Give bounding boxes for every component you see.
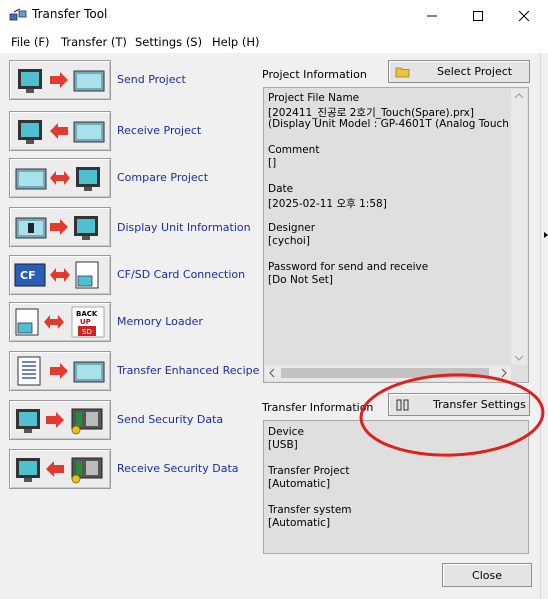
select-project-button[interactable]: Select Project (388, 60, 530, 83)
svg-text:CF: CF (20, 269, 36, 282)
minimize-icon (427, 15, 437, 16)
date-heading: Date (268, 183, 294, 195)
send-project-button[interactable] (9, 60, 111, 100)
menu-settings[interactable]: Settings (S) (135, 35, 202, 49)
device-heading: Device (268, 426, 304, 438)
cf-sd-card-label[interactable]: CF/SD Card Connection (117, 268, 245, 281)
receive-project-button[interactable] (9, 111, 111, 151)
display-unit-info-label[interactable]: Display Unit Information (117, 221, 251, 234)
enhanced-recipe-icon (17, 356, 105, 386)
designer-heading: Designer (268, 222, 316, 234)
project-info-vertical-scrollbar[interactable] (511, 89, 527, 365)
transfer-project-value: [Automatic] (268, 478, 331, 490)
close-window-button[interactable] (501, 0, 547, 31)
comment-value: [] (268, 157, 277, 169)
cf-sd-card-icon: CF (14, 261, 99, 289)
close-icon (518, 10, 530, 21)
enhanced-recipe-button[interactable] (9, 351, 111, 391)
menu-transfer[interactable]: Transfer (T) (61, 35, 127, 49)
project-file-name-heading: Project File Name (268, 92, 360, 104)
close-button-label: Close (472, 568, 502, 582)
receive-project-label[interactable]: Receive Project (117, 124, 201, 137)
window-right-border (540, 53, 548, 599)
scroll-up-icon (514, 93, 524, 99)
enhanced-recipe-label[interactable]: Transfer Enhanced Recipe (117, 364, 259, 377)
select-project-label: Select Project (437, 65, 513, 78)
menu-help[interactable]: Help (H) (212, 35, 260, 49)
receive-security-label[interactable]: Receive Security Data (117, 462, 239, 475)
comment-heading: Comment (268, 144, 320, 156)
scroll-down-icon (514, 355, 524, 361)
maximize-icon (473, 10, 483, 21)
transfer-project-heading: Transfer Project (268, 465, 350, 477)
send-security-label[interactable]: Send Security Data (117, 413, 223, 426)
maximize-button[interactable] (455, 0, 501, 31)
send-security-button[interactable] (9, 400, 111, 440)
designer-value: [cychoi] (268, 235, 310, 247)
title-bar: Transfer Tool (0, 0, 548, 31)
svg-text:BACK: BACK (76, 310, 98, 318)
password-value: [Do Not Set] (268, 274, 334, 286)
display-unit-info-icon (15, 216, 98, 240)
folder-icon (395, 67, 410, 77)
memory-loader-icon: BACK UP SD (15, 306, 105, 338)
receive-security-icon (16, 457, 103, 484)
menu-file[interactable]: File (F) (11, 35, 50, 49)
compare-project-button[interactable] (9, 158, 111, 198)
menu-bar: File (F) Transfer (T) Settings (S) Help … (0, 31, 548, 53)
svg-text:SD: SD (82, 328, 92, 336)
display-unit-info-button[interactable] (9, 207, 111, 247)
compare-project-label[interactable]: Compare Project (117, 171, 208, 184)
device-value: [USB] (268, 439, 298, 451)
transfer-tool-app-icon (9, 8, 27, 21)
memory-loader-button[interactable]: BACK UP SD (9, 302, 111, 342)
close-button[interactable]: Close (442, 563, 532, 587)
send-security-icon (16, 408, 103, 435)
send-project-icon (18, 69, 105, 93)
svg-text:UP: UP (80, 318, 91, 326)
compare-project-icon (15, 167, 100, 191)
display-unit-model-value: (Display Unit Model : GP-4601T (Analog T… (268, 118, 508, 130)
project-info-box[interactable]: Project File Name [202411_진공로 2호기_Touch(… (263, 87, 529, 383)
receive-project-icon (18, 120, 105, 144)
password-heading: Password for send and receive (268, 261, 429, 273)
project-info-label: Project Information (262, 68, 367, 81)
memory-loader-label[interactable]: Memory Loader (117, 315, 203, 328)
scroll-left-icon (269, 368, 275, 378)
send-project-label[interactable]: Send Project (117, 73, 186, 86)
transfer-system-value: [Automatic] (268, 517, 331, 529)
date-value: [2025-02-11 오후 1:58] (268, 198, 387, 210)
expand-arrow-icon (544, 232, 548, 238)
transfer-system-heading: Transfer system (268, 504, 352, 516)
minimize-button[interactable] (409, 0, 455, 31)
receive-security-button[interactable] (9, 449, 111, 489)
window-title: Transfer Tool (32, 7, 108, 21)
red-annotation-ellipse (359, 373, 545, 457)
cf-sd-card-button[interactable]: CF (9, 255, 111, 295)
